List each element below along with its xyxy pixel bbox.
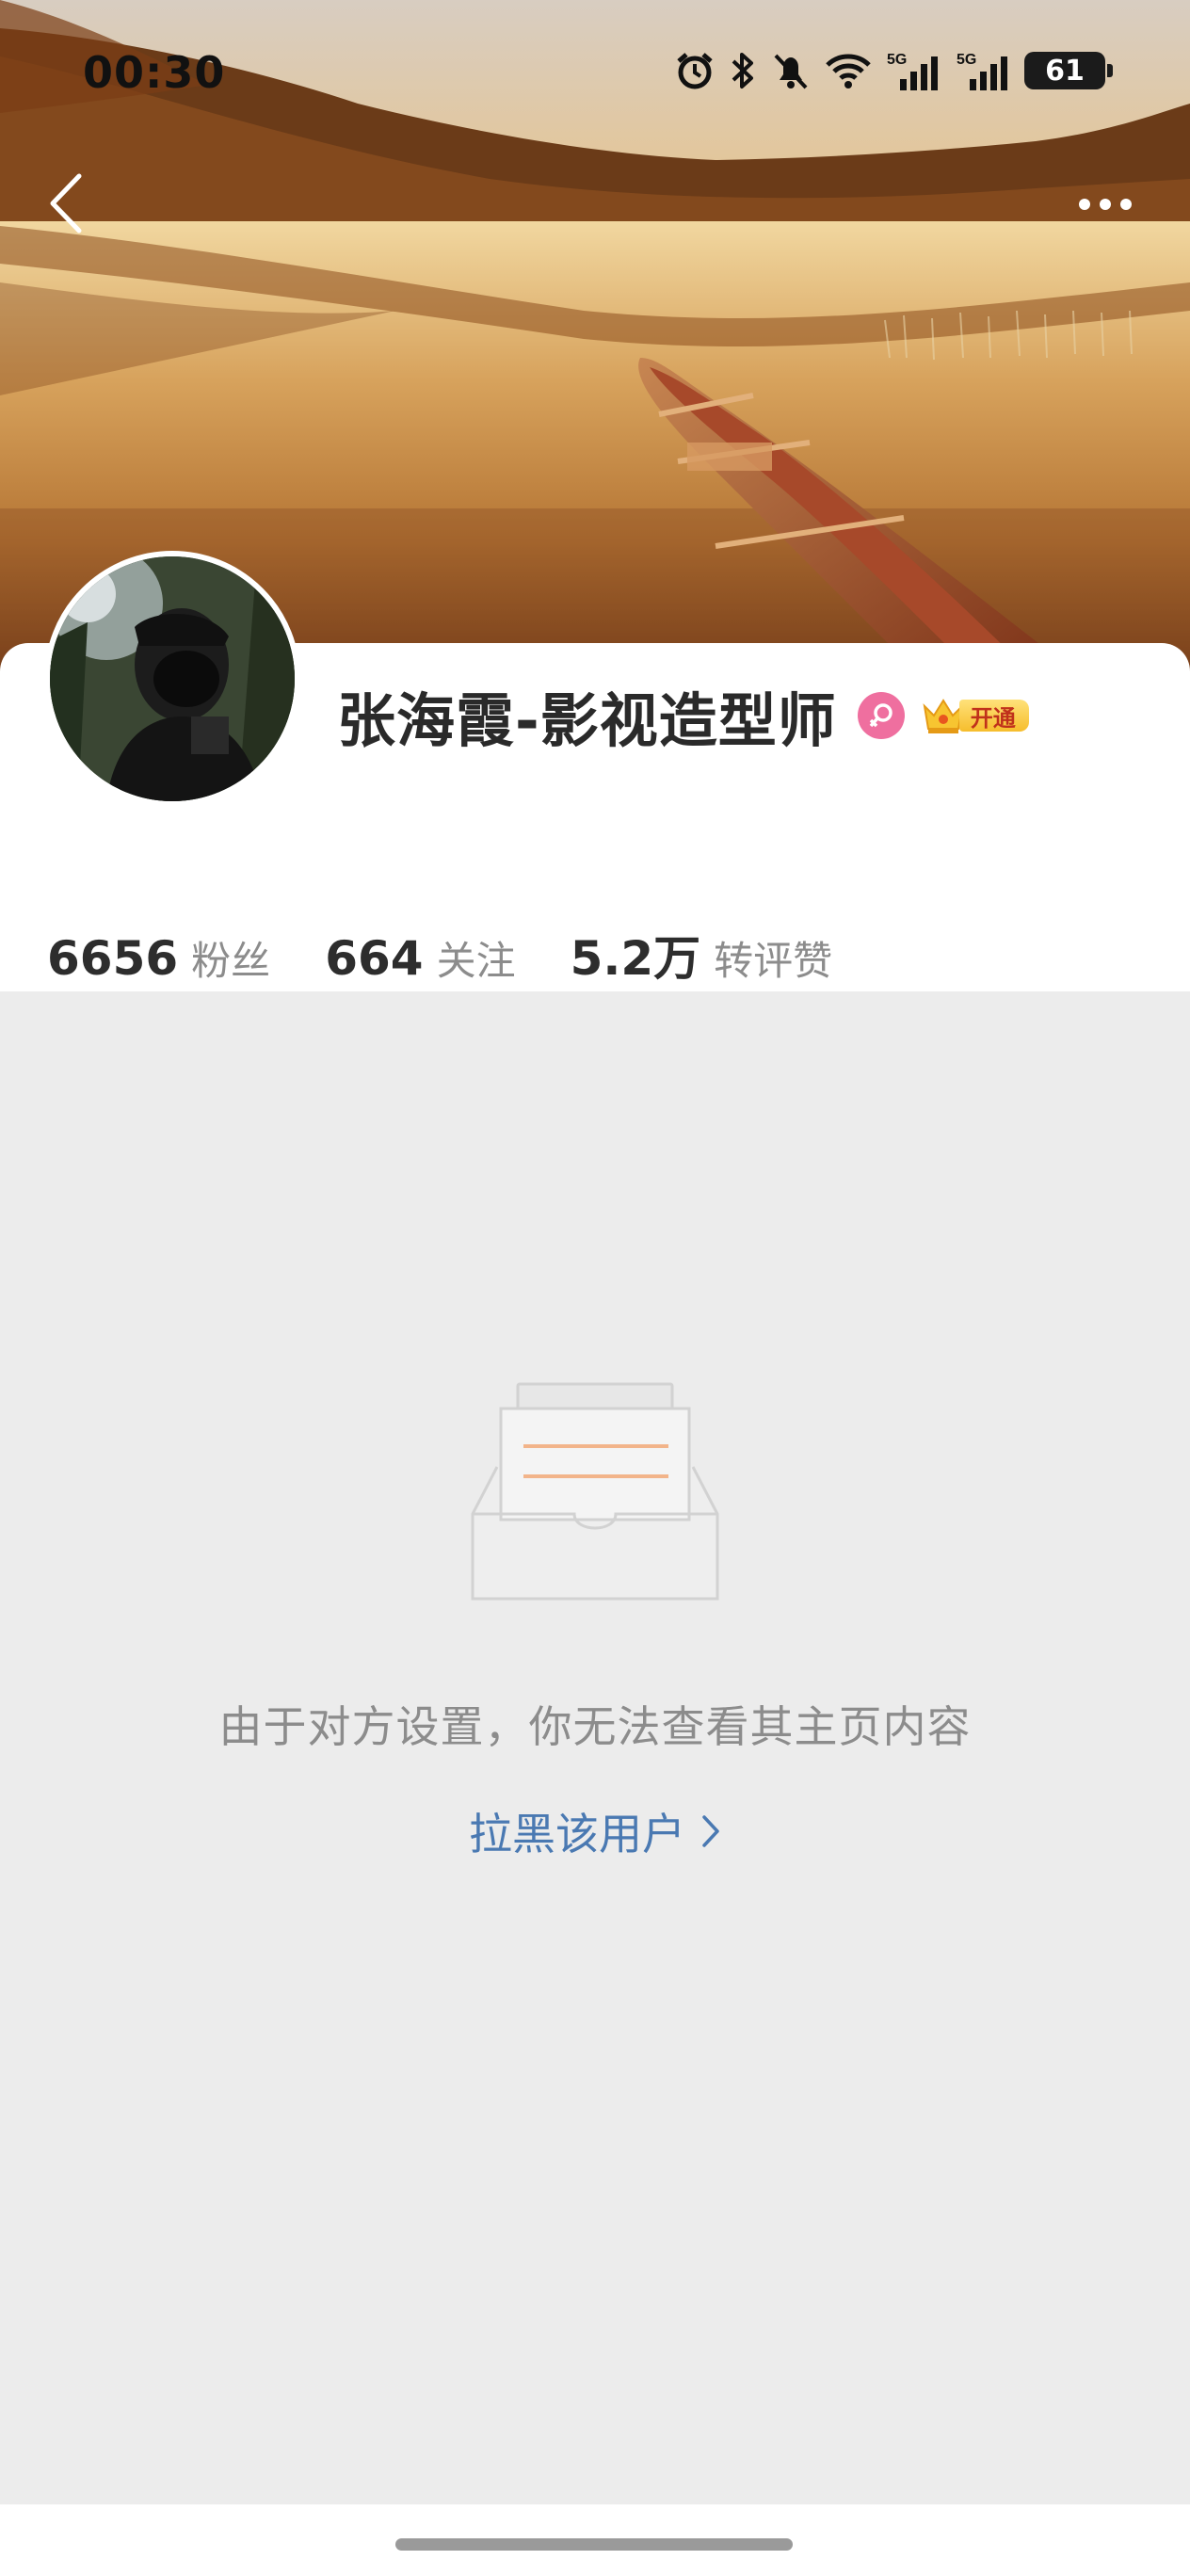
- signal-5g-icon: 5G: [955, 49, 1011, 92]
- stat-interactions[interactable]: 5.2万 转评赞: [571, 921, 833, 989]
- stat-value: 6656: [47, 931, 179, 986]
- wifi-icon: [825, 49, 872, 92]
- back-button[interactable]: [38, 166, 94, 241]
- block-user-link[interactable]: 拉黑该用户: [0, 1800, 1190, 1862]
- status-bar: 00:30 5G 5G 61: [0, 0, 1190, 141]
- battery-indicator: 61: [1024, 52, 1113, 89]
- empty-inbox-icon: [471, 1382, 719, 1601]
- female-icon: [857, 692, 905, 739]
- bottom-bar: [0, 2504, 1190, 2576]
- block-user-label: 拉黑该用户: [469, 1809, 685, 1860]
- user-name: 张海霞-影视造型师: [337, 686, 837, 755]
- chevron-left-icon: [50, 173, 82, 233]
- profile-stats: 6656 粉丝 664 关注 5.2万 转评赞: [47, 921, 887, 989]
- crown-icon: [923, 699, 964, 733]
- stat-label: 粉丝: [191, 938, 271, 984]
- svg-text:5G: 5G: [957, 52, 976, 68]
- stat-value: 5.2万: [570, 931, 701, 986]
- alarm-icon: [674, 49, 716, 92]
- svg-text:5G: 5G: [887, 52, 907, 68]
- profile-name-row: 张海霞-影视造型师 开通: [337, 678, 1029, 755]
- more-button[interactable]: [1058, 181, 1152, 228]
- vip-open-badge[interactable]: 开通: [922, 693, 1029, 738]
- stat-value: 664: [325, 931, 424, 986]
- status-time: 00:30: [83, 47, 226, 98]
- avatar[interactable]: [44, 551, 300, 807]
- mute-icon: [770, 49, 812, 92]
- empty-state-message: 由于对方设置，你无法查看其主页内容: [218, 1701, 972, 1752]
- stat-followers[interactable]: 6656 粉丝: [47, 929, 270, 987]
- bluetooth-icon: [729, 49, 757, 92]
- status-icons: 5G 5G 61: [674, 49, 1113, 92]
- stat-label: 关注: [436, 938, 516, 984]
- signal-5g-icon: 5G: [885, 49, 941, 92]
- home-indicator[interactable]: [395, 2538, 793, 2551]
- stat-label: 转评赞: [714, 938, 833, 984]
- vip-label: 开通: [958, 700, 1029, 732]
- chevron-right-icon: [702, 1815, 719, 1847]
- stat-following[interactable]: 664 关注: [325, 929, 515, 987]
- more-dots-icon: [1079, 199, 1090, 210]
